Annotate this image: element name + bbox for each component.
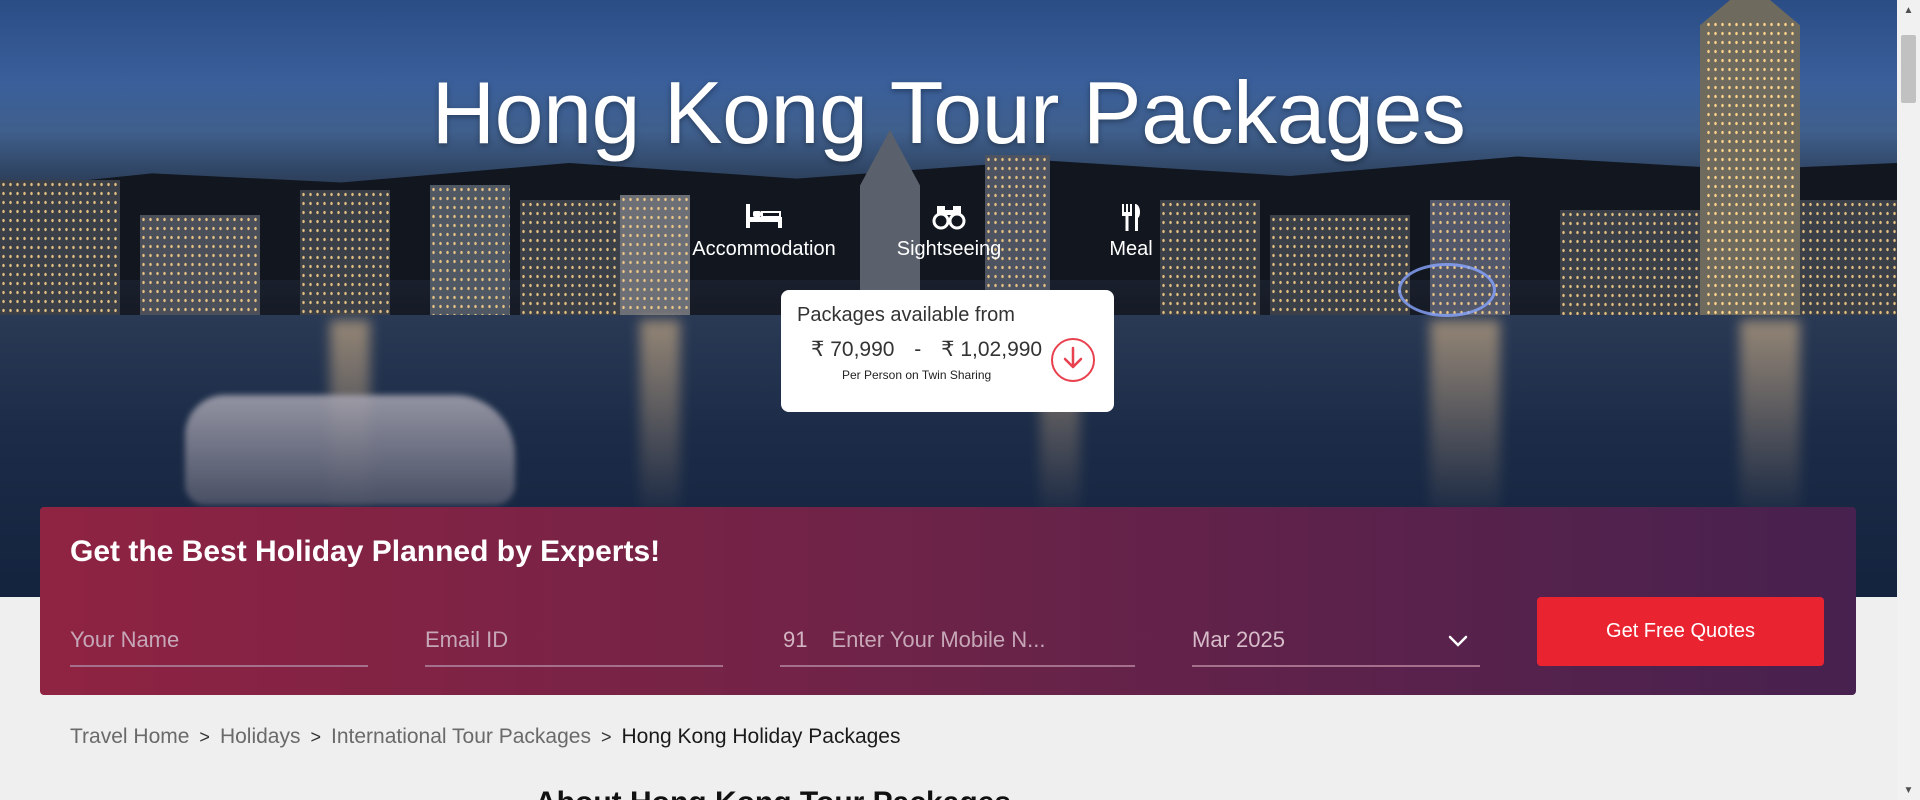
breadcrumb-current: Hong Kong Holiday Packages bbox=[621, 725, 901, 748]
feature-sightseeing: Sightseeing bbox=[890, 202, 1008, 261]
feature-meal: Meal bbox=[1098, 202, 1164, 261]
scroll-up-arrow-icon[interactable]: ▲ bbox=[1897, 0, 1920, 20]
rupee-icon: ₹ bbox=[941, 338, 955, 361]
feature-label-meal: Meal bbox=[1109, 238, 1153, 260]
breadcrumb-travel-home[interactable]: Travel Home bbox=[70, 725, 189, 749]
page-scrollbar[interactable]: ▲ ▼ bbox=[1897, 0, 1920, 800]
hero-boat bbox=[185, 395, 515, 505]
name-input[interactable] bbox=[70, 627, 368, 653]
breadcrumb-separator: > bbox=[600, 726, 612, 747]
email-field[interactable] bbox=[425, 615, 723, 667]
breadcrumb: Travel Home > Holidays > International T… bbox=[70, 725, 900, 749]
lead-form-title: Get the Best Holiday Planned by Experts! bbox=[70, 535, 661, 568]
fork-knife-icon bbox=[1098, 202, 1164, 232]
rupee-icon: ₹ bbox=[811, 338, 825, 361]
scrollbar-thumb[interactable] bbox=[1901, 35, 1916, 103]
scroll-down-button[interactable] bbox=[1051, 338, 1095, 382]
email-input[interactable] bbox=[425, 627, 723, 653]
chevron-down-icon bbox=[1448, 627, 1468, 653]
price-max: 1,02,990 bbox=[960, 338, 1043, 361]
get-free-quotes-button[interactable]: Get Free Quotes bbox=[1537, 597, 1824, 666]
feature-accommodation: Accommodation bbox=[688, 202, 840, 261]
section-heading: About Hong Kong Tour Packages bbox=[535, 786, 1011, 800]
travel-month-value: Mar 2025 bbox=[1192, 627, 1285, 652]
feature-list: Accommodation Sightseeing Meal bbox=[0, 202, 1897, 262]
arrow-down-icon bbox=[1062, 346, 1084, 375]
scroll-down-arrow-icon[interactable]: ▼ bbox=[1897, 780, 1920, 800]
travel-month-select[interactable]: Mar 2025 bbox=[1192, 615, 1480, 667]
binoculars-icon bbox=[890, 202, 1008, 232]
price-card-label: Packages available from bbox=[797, 304, 1015, 326]
name-field[interactable] bbox=[70, 615, 368, 667]
bed-icon bbox=[688, 202, 840, 232]
price-card: Packages available from ₹ 70,990 - ₹ 1,0… bbox=[781, 290, 1114, 412]
page-title: Hong Kong Tour Packages bbox=[431, 63, 1466, 162]
mobile-field[interactable]: 91 bbox=[780, 615, 1135, 667]
country-code[interactable]: 91 bbox=[780, 627, 807, 653]
feature-label-accommodation: Accommodation bbox=[692, 238, 836, 260]
lead-form: Get the Best Holiday Planned by Experts!… bbox=[40, 507, 1856, 695]
ferris-wheel bbox=[1398, 263, 1496, 317]
price-separator: - bbox=[914, 338, 922, 361]
feature-label-sightseeing: Sightseeing bbox=[896, 238, 1002, 260]
breadcrumb-holidays[interactable]: Holidays bbox=[220, 725, 301, 749]
mobile-input[interactable] bbox=[831, 627, 1135, 653]
breadcrumb-separator: > bbox=[310, 726, 321, 747]
breadcrumb-separator: > bbox=[199, 726, 210, 747]
breadcrumb-international[interactable]: International Tour Packages bbox=[331, 725, 591, 749]
price-min: 70,990 bbox=[830, 338, 895, 361]
